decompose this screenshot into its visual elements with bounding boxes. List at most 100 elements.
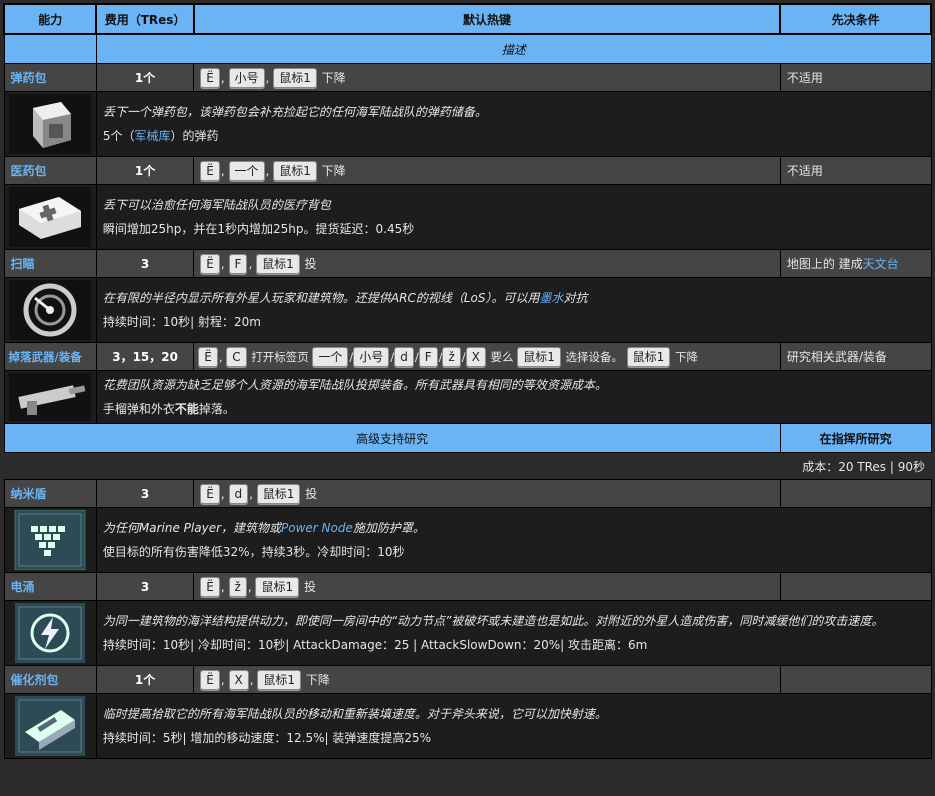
hotkey-cell: Ë, 一个, 鼠标1 下降 (193, 156, 781, 185)
hotkey-cell: Ë, F, 鼠标1 投 (193, 249, 781, 278)
prereq-cell: 地图上的 建成天文台 (779, 249, 932, 278)
ability-name[interactable]: 医药包 (3, 156, 97, 185)
hotkey-suffix: 下降 (674, 349, 698, 364)
prereq-cell (779, 572, 932, 601)
prereq-cell: 不适用 (779, 63, 932, 92)
ability-name[interactable]: 扫瞄 (3, 249, 97, 278)
ability-row-nano-shield: 纳米盾 3 Ë, d, 鼠标1 投 (3, 479, 932, 508)
weapon-drop-icon (9, 373, 92, 421)
ability-desc-row: 为任何Marine Player，建筑物或Power Node施加防护罩。 使目… (3, 507, 932, 573)
ability-desc-row: 花费团队资源为缺乏足够个人资源的海军陆战队投掷装备。所有武器具有相同的等效资源成… (3, 370, 932, 424)
ability-cost: 1个 (95, 63, 195, 92)
desc-line-2: 瞬间增加25hp，并在1秒内增加25hp。提货延迟：0.45秒 (102, 222, 415, 236)
hotkey-cell: Ë, C 打开标签页 一个 / 小号 / d / F / ž / X 要么 鼠标1 选择设备。 鼠标… (193, 342, 781, 371)
ability-cost: 3 (95, 572, 195, 601)
hotkey-suffix: 投 (304, 256, 317, 271)
category-research: 在指挥所研究 (779, 423, 932, 453)
header-cost: 费用（TRes） (95, 3, 195, 35)
key: 鼠标1 (256, 483, 301, 504)
ability-desc-row: 为同一建筑物的海洋结构提供动力，即使同一房间中的“动力节点”被破坏或未建造也是如… (3, 600, 932, 666)
desc-line-1: 临时提高拾取它的所有海军陆战队员的移动和重新装填速度。对于斧头来说，它可以加快射… (102, 707, 607, 721)
desc-line-2: 持续时间：10秒| 冷却时间：10秒| AttackDamage：25 | At… (102, 638, 648, 652)
key: 小号 (228, 67, 265, 88)
desc-line-1: 为任何Marine Player，建筑物或Power Node施加防护罩。 (102, 521, 425, 535)
ability-name[interactable]: 弹药包 (3, 63, 97, 92)
link-ink[interactable]: 墨水 (539, 291, 563, 305)
desc-line-1: 丢下可以治愈任何海军陆战队员的医疗背包 (102, 198, 331, 212)
key: Ë (200, 253, 220, 274)
ability-cost: 1个 (95, 156, 195, 185)
prereq-cell: 研究相关武器/装备 (779, 342, 932, 371)
link-armory[interactable]: 军械库 (135, 129, 171, 143)
key: F (228, 253, 248, 274)
key: F (418, 346, 438, 367)
prereq-cell: 不适用 (779, 156, 932, 185)
ability-row-weapon-drop: 掉落武器/装备 3，15，20 Ë, C 打开标签页 一个 / 小号 / d / F / ž / X… (3, 342, 932, 371)
key: 鼠标1 (626, 346, 671, 367)
key: Ë (200, 669, 220, 690)
ability-name[interactable]: 催化剂包 (3, 665, 97, 694)
header-description: 描述 (95, 33, 932, 64)
link-observatory[interactable]: 天文台 (863, 257, 899, 271)
desc-line-2: 使目标的所有伤害降低32%，持续3秒。冷却时间：10秒 (102, 545, 405, 559)
table-header-row: 能力 费用（TRes） 默认热键 先决条件 (2, 3, 932, 35)
hotkey-cell: Ë, 小号, 鼠标1 下降 (193, 63, 781, 92)
ability-name[interactable]: 掉落武器/装备 (3, 342, 97, 371)
header-prereq: 先决条件 (779, 3, 932, 35)
ability-name[interactable]: 纳米盾 (3, 479, 97, 508)
category-title: 高级支持研究 (3, 423, 781, 453)
ability-row-ammo-pack: 弹药包 1个 Ë, 小号, 鼠标1 下降 不适用 (3, 63, 932, 92)
ability-row-med-pack: 医药包 1个 Ë, 一个, 鼠标1 下降 不适用 (3, 156, 932, 185)
header-hotkey: 默认热键 (192, 3, 782, 35)
ability-cost: 3 (95, 479, 195, 508)
desc-line-2: 持续时间：10秒| 射程：20m (102, 315, 261, 329)
ability-cost: 3 (95, 249, 195, 278)
desc-line-2: 持续时间：5秒| 增加的移动速度：12.5%| 装弹速度提高25% (102, 731, 432, 745)
key: C (226, 346, 247, 367)
med-pack-icon (9, 187, 92, 247)
hotkey-suffix: 下降 (305, 672, 330, 687)
scan-icon (9, 280, 92, 340)
key: X (228, 669, 249, 690)
ability-row-power-surge: 电涌 3 Ë, ž, 鼠标1 投 (3, 572, 932, 601)
hotkey-suffix: 投 (305, 486, 318, 501)
ability-cost: 3，15，20 (95, 342, 195, 371)
abilities-table: 能力 费用（TRes） 默认热键 先决条件 描述 弹药包 1个 Ë, 小号, 鼠… (2, 3, 932, 759)
key: 鼠标1 (256, 253, 300, 274)
key: Ë (200, 576, 220, 597)
hotkey-cell: Ë, X, 鼠标1 下降 (193, 665, 781, 694)
link-power-node[interactable]: Power Node (281, 521, 353, 535)
key: ž (228, 576, 247, 597)
key: Ë (198, 346, 218, 367)
desc-line-2: 手榴弹和外衣不能掉落。 (102, 402, 235, 416)
nano-shield-icon (14, 510, 86, 570)
key: 鼠标1 (273, 67, 317, 88)
ability-desc-row: 在有限的半径内显示所有外星人玩家和建筑物。还提供ARC的视线（LoS）。可以用墨… (3, 277, 932, 343)
hotkey-cell: Ë, ž, 鼠标1 投 (193, 572, 781, 601)
desc-line-1: 花费团队资源为缺乏足够个人资源的海军陆战队投掷装备。所有武器具有相同的等效资源成… (102, 378, 607, 392)
desc-line-1: 在有限的半径内显示所有外星人玩家和建筑物。还提供ARC的视线（LoS）。可以用墨… (102, 291, 588, 305)
key: Ë (200, 483, 220, 504)
catalyst-pack-icon (15, 696, 86, 756)
ability-cost: 1个 (95, 665, 195, 694)
desc-line-2: 5个（军械库）的弹药 (102, 129, 219, 143)
category-cost: 成本：20 TRes | 90秒 (4, 452, 931, 480)
ability-desc-row: 丢下可以治愈任何海军陆战队员的医疗背包 瞬间增加25hp，并在1秒内增加25hp… (3, 184, 932, 250)
key: 鼠标1 (273, 160, 317, 181)
power-surge-icon (15, 603, 86, 663)
ammo-pack-icon (9, 94, 92, 154)
key: 鼠标1 (257, 669, 302, 690)
key: 鼠标1 (255, 576, 300, 597)
prereq-cell (779, 479, 932, 508)
key: d (228, 483, 249, 504)
ability-name[interactable]: 电涌 (3, 572, 97, 601)
advanced-support-header: 高级支持研究 在指挥所研究 (3, 423, 932, 453)
hotkey-suffix: 下降 (321, 163, 346, 178)
key: d (394, 346, 414, 367)
key: Ë (200, 67, 220, 88)
header-ability: 能力 (2, 3, 98, 35)
hotkey-suffix: 投 (303, 579, 316, 594)
key: X (465, 346, 486, 367)
prereq-cell (779, 665, 932, 694)
key: 小号 (353, 346, 390, 367)
